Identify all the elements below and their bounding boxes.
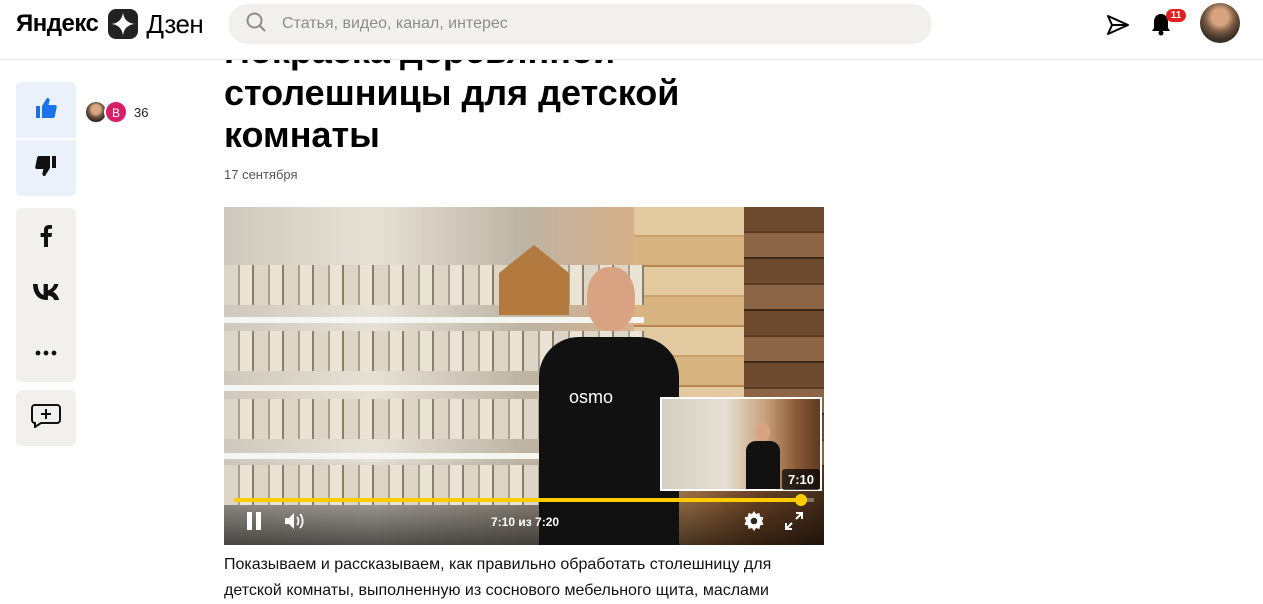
progress-bar[interactable] (234, 494, 814, 506)
preview-presenter (746, 423, 780, 489)
search-bar[interactable] (228, 4, 932, 44)
video-player[interactable]: osmo 7:10 7:10 из 7:20 (224, 207, 824, 545)
share-vk-button[interactable] (16, 266, 76, 322)
shirt-logo: osmo (569, 387, 614, 407)
reactor-avatar-letter: В (104, 100, 128, 124)
top-bar: Яндекс Дзен 11 (0, 0, 1263, 60)
more-options-button[interactable] (16, 324, 76, 380)
logo-brand: Яндекс (16, 10, 99, 37)
presenter-head (587, 267, 635, 331)
send-icon[interactable] (1105, 12, 1131, 38)
share-panel (16, 208, 76, 382)
gear-icon (744, 510, 764, 536)
search-input[interactable] (282, 15, 882, 33)
progress-knob[interactable] (794, 494, 807, 506)
save-panel (16, 390, 76, 446)
reactions-count: 36 (134, 104, 149, 120)
preview-head (756, 423, 770, 441)
vk-icon (33, 283, 59, 305)
preview-torso (746, 441, 780, 489)
thumbs-down-icon (35, 155, 57, 182)
notifications-badge: 11 (1166, 9, 1186, 22)
pause-button[interactable] (242, 511, 266, 535)
article-body: Показываем и рассказываем, как правильно… (224, 556, 772, 599)
save-article-button[interactable] (16, 390, 76, 446)
zen-star-icon (108, 9, 139, 39)
fullscreen-icon (785, 511, 803, 535)
facebook-icon (39, 224, 53, 252)
publish-date: 17 сентября (224, 167, 298, 182)
search-icon (246, 12, 266, 37)
share-facebook-button[interactable] (16, 210, 76, 266)
thumbs-up-icon (35, 97, 57, 124)
yandex-zen-logo[interactable]: Яндекс Дзен (16, 8, 204, 40)
user-avatar[interactable] (1200, 3, 1240, 43)
reaction-panel (16, 82, 76, 196)
dislike-button[interactable] (16, 140, 76, 196)
presenter-shirt (539, 337, 679, 545)
add-comment-icon (31, 403, 61, 433)
more-dots-icon (35, 343, 57, 361)
progress-fill (234, 498, 801, 502)
fullscreen-button[interactable] (782, 511, 806, 535)
reactions-summary[interactable]: В 36 (84, 100, 148, 124)
like-button[interactable] (16, 82, 76, 138)
presenter: osmo (539, 267, 679, 545)
preview-time: 7:10 (782, 469, 821, 490)
pause-icon (246, 511, 262, 535)
settings-button[interactable] (742, 510, 766, 536)
logo-product: Дзен (146, 8, 204, 39)
volume-icon (284, 512, 306, 535)
volume-button[interactable] (282, 511, 308, 535)
time-readout: 7:10 из 7:20 (491, 515, 560, 529)
